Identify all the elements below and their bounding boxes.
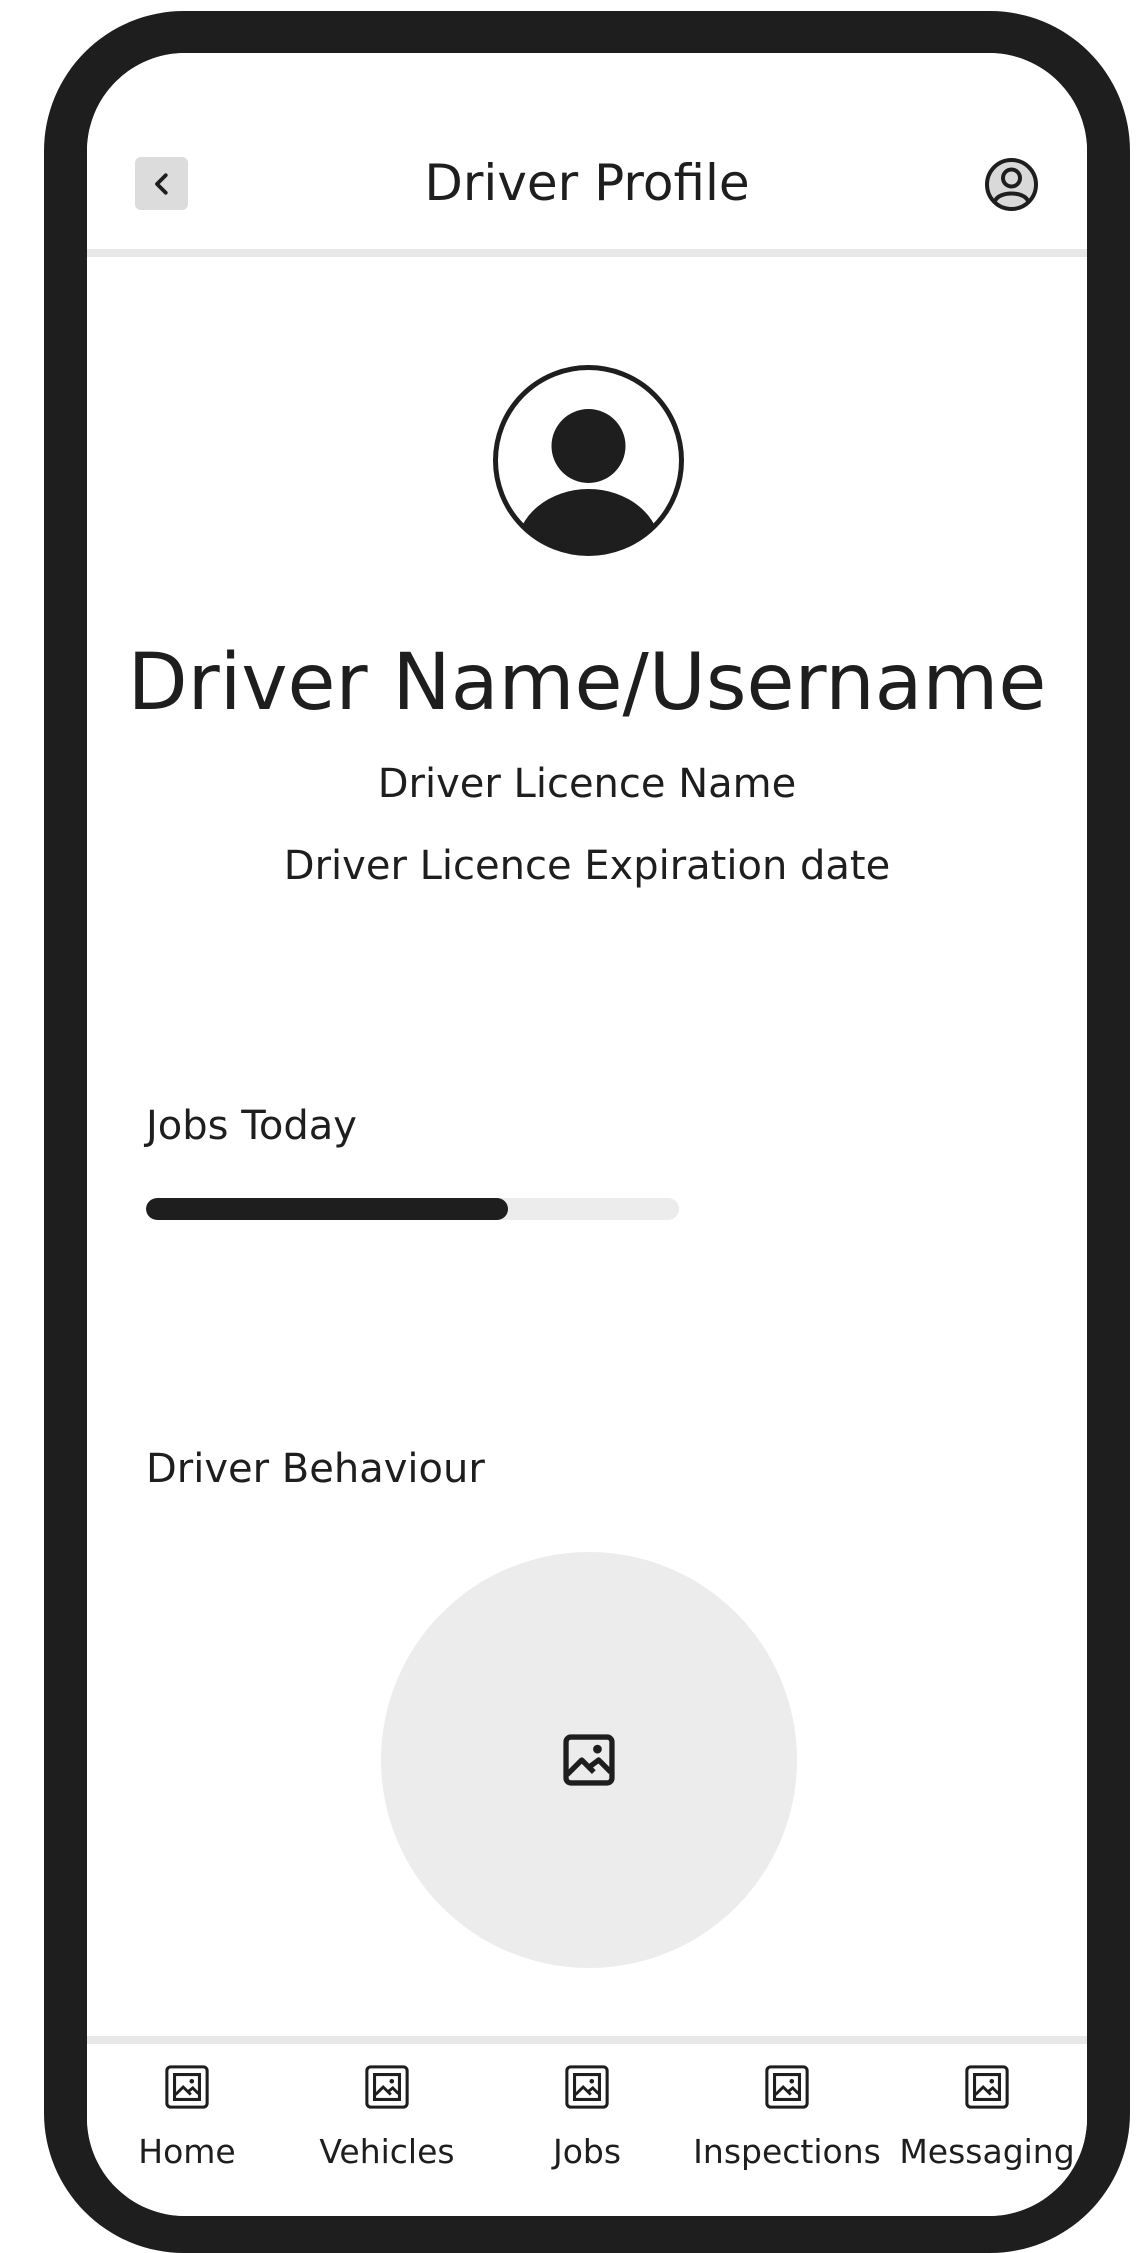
tab-inspections[interactable]: Inspections bbox=[687, 2062, 887, 2182]
vehicles-image-icon bbox=[362, 2062, 412, 2112]
home-image-icon bbox=[162, 2062, 212, 2112]
jobs-image-icon bbox=[562, 2062, 612, 2112]
page-title: Driver Profile bbox=[424, 154, 750, 212]
tab-vehicles-label: Vehicles bbox=[319, 2132, 455, 2171]
app-screen: Driver Profile Driver Name/Username Driv… bbox=[87, 53, 1087, 2216]
driver-behaviour-label: Driver Behaviour bbox=[146, 1446, 485, 1492]
user-circle-icon bbox=[985, 158, 1038, 211]
app-header: Driver Profile bbox=[87, 53, 1087, 257]
driver-name: Driver Name/Username bbox=[127, 638, 1047, 728]
image-icon bbox=[563, 1734, 615, 1786]
tab-inspections-label: Inspections bbox=[693, 2132, 881, 2171]
user-avatar-icon bbox=[493, 365, 684, 556]
tab-vehicles[interactable]: Vehicles bbox=[287, 2062, 487, 2182]
profile-button[interactable] bbox=[984, 157, 1039, 212]
jobs-today-label: Jobs Today bbox=[146, 1103, 357, 1149]
inspections-image-icon bbox=[762, 2062, 812, 2112]
jobs-progress-bar bbox=[146, 1198, 679, 1220]
bottom-tab-bar: Home Vehicles Jobs Inspections Messaging bbox=[87, 2036, 1087, 2216]
tab-home[interactable]: Home bbox=[87, 2062, 287, 2182]
jobs-progress-fill bbox=[146, 1198, 509, 1220]
driver-behaviour-chart bbox=[381, 1552, 797, 1968]
messaging-image-icon bbox=[962, 2062, 1012, 2112]
tab-messaging[interactable]: Messaging bbox=[887, 2062, 1087, 2182]
phone-frame: Driver Profile Driver Name/Username Driv… bbox=[44, 11, 1130, 2253]
tab-home-label: Home bbox=[138, 2132, 236, 2171]
tab-jobs[interactable]: Jobs bbox=[487, 2062, 687, 2182]
driver-avatar bbox=[492, 364, 685, 557]
licence-name: Driver Licence Name bbox=[377, 761, 797, 807]
tab-messaging-label: Messaging bbox=[899, 2132, 1075, 2171]
licence-expiration: Driver Licence Expiration date bbox=[283, 843, 891, 889]
tab-jobs-label: Jobs bbox=[552, 2132, 622, 2171]
